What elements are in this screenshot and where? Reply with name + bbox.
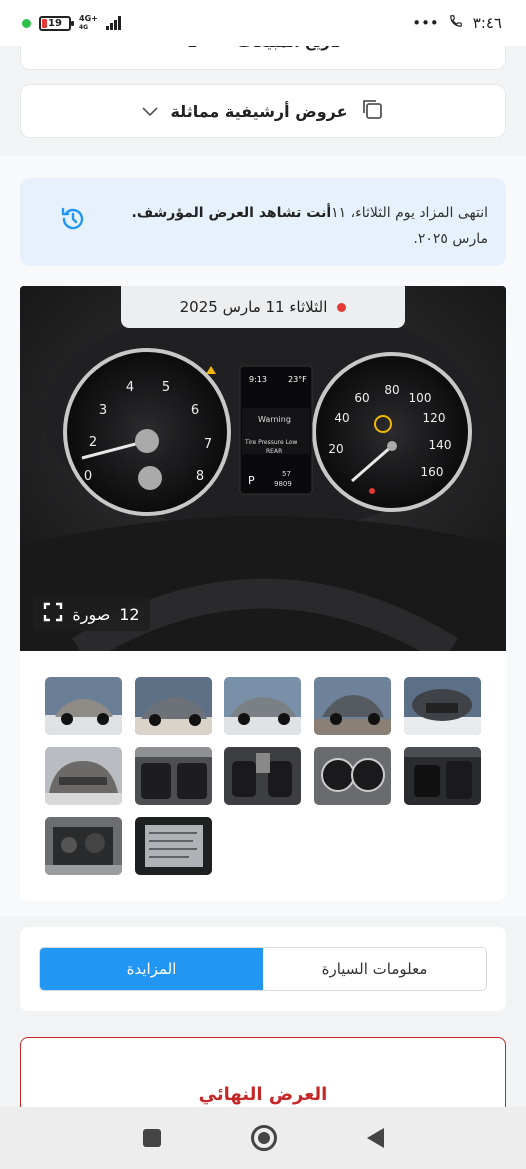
photo-count-button[interactable]: 12 صورة — [33, 597, 150, 631]
final-offer-title: العرض النهائي — [198, 1084, 328, 1105]
dash-message-1: Tire Pressure Low — [244, 439, 298, 446]
svg-text:20: 20 — [328, 442, 343, 456]
signal-icon — [105, 16, 121, 30]
svg-text:100: 100 — [409, 391, 432, 405]
photo-count-label: صورة — [72, 604, 111, 624]
similar-offers-label: عروض أرشيفية مماثلة — [170, 101, 348, 121]
photo-thumbnail[interactable] — [45, 817, 122, 875]
network-indicator: 4G+ 4G — [79, 13, 98, 31]
svg-text:2: 2 — [89, 435, 97, 450]
chevron-down-icon — [142, 102, 159, 121]
svg-text:0: 0 — [84, 469, 92, 484]
svg-text:7: 7 — [204, 437, 212, 452]
photo-thumbnail[interactable] — [135, 817, 212, 875]
recent-apps-icon[interactable] — [142, 1129, 161, 1147]
tab-vehicle-info[interactable]: معلومات السيارة — [263, 948, 486, 990]
clock: ٣:٤٦ — [472, 14, 502, 32]
photo-thumbnail[interactable] — [45, 747, 122, 805]
phone-icon — [449, 14, 463, 32]
status-bar: 19 4G+ 4G ٣:٤٦ ••• — [0, 0, 526, 46]
notification-dot-icon — [22, 18, 31, 28]
history-icon — [58, 204, 88, 243]
similar-archived-offers[interactable]: عروض أرشيفية مماثلة — [20, 84, 506, 138]
tab-auction[interactable]: المزايدة — [40, 948, 263, 990]
photo-thumbnail[interactable] — [404, 677, 481, 735]
home-icon[interactable] — [250, 1125, 277, 1151]
details-tabs: المزايدة معلومات السيارة — [39, 947, 487, 991]
photo-count-number: 12 — [119, 604, 140, 624]
notice-line-c: مارس ٢٠٢٥. — [413, 231, 488, 247]
svg-text:8: 8 — [196, 469, 204, 484]
notice-line-a: انتهى المزاد يوم الثلاثاء، ١١ — [331, 205, 488, 221]
main-vehicle-photo[interactable]: 0 2 3 4 5 6 7 8 20 40 60 80 100 120 140 160 9:13 2… — [20, 286, 506, 651]
photo-thumbnail[interactable] — [224, 747, 301, 805]
auction-date: الثلاثاء 11 مارس 2025 — [179, 298, 328, 316]
archived-notice: انتهى المزاد يوم الثلاثاء، ١١أنت تشاهد ا… — [20, 178, 506, 266]
photo-thumbnail[interactable] — [314, 747, 391, 805]
copy-icon — [360, 97, 384, 125]
dash-trip: 57 — [282, 470, 291, 478]
dash-time: 9:13 — [249, 375, 267, 384]
svg-text:6: 6 — [191, 403, 199, 418]
dash-odometer: 9809 — [274, 480, 292, 488]
fullscreen-icon — [43, 602, 63, 626]
notice-line-b: أنت تشاهد العرض المؤرشف. — [131, 205, 332, 221]
photo-thumbnail[interactable] — [45, 677, 122, 735]
dash-temp: 23°F — [288, 375, 307, 384]
svg-text:140: 140 — [429, 438, 452, 452]
svg-text:80: 80 — [384, 383, 399, 397]
photo-thumbnail[interactable] — [404, 747, 481, 805]
live-dot-icon — [337, 302, 347, 312]
system-nav-bar — [0, 1107, 526, 1169]
back-icon[interactable] — [366, 1128, 384, 1148]
svg-text:5: 5 — [162, 380, 170, 395]
photo-thumbnail[interactable] — [135, 747, 212, 805]
svg-text:120: 120 — [423, 411, 446, 425]
svg-text:160: 160 — [421, 465, 444, 479]
photo-thumbnail[interactable] — [224, 677, 301, 735]
svg-text:60: 60 — [354, 391, 369, 405]
dash-gear: P — [248, 474, 255, 487]
auction-date-pill: الثلاثاء 11 مارس 2025 — [121, 286, 405, 328]
photo-thumbnail[interactable] — [314, 677, 391, 735]
dash-warning: Warning — [258, 415, 291, 424]
svg-text:40: 40 — [334, 411, 349, 425]
svg-text:3: 3 — [99, 403, 107, 418]
photo-thumbnail[interactable] — [135, 677, 212, 735]
battery-icon: 19 — [39, 15, 74, 31]
details-tabs-card: المزايدة معلومات السيارة — [20, 927, 506, 1011]
thumbnail-gallery — [20, 651, 506, 901]
svg-text:4: 4 — [126, 380, 134, 395]
more-icon: ••• — [412, 14, 439, 32]
dash-message-2: REAR — [266, 448, 282, 455]
